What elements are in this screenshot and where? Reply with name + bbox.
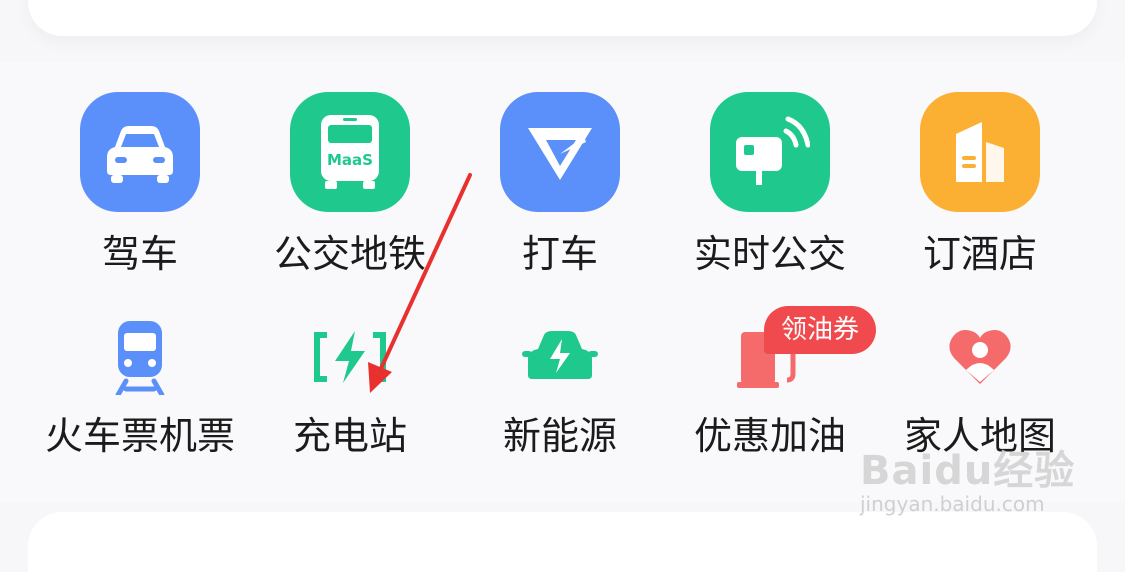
watermark-logo: Baidu经验 [860, 448, 1076, 494]
baidu-watermark: Baidu经验 jingyan.baidu.com [860, 438, 1080, 518]
